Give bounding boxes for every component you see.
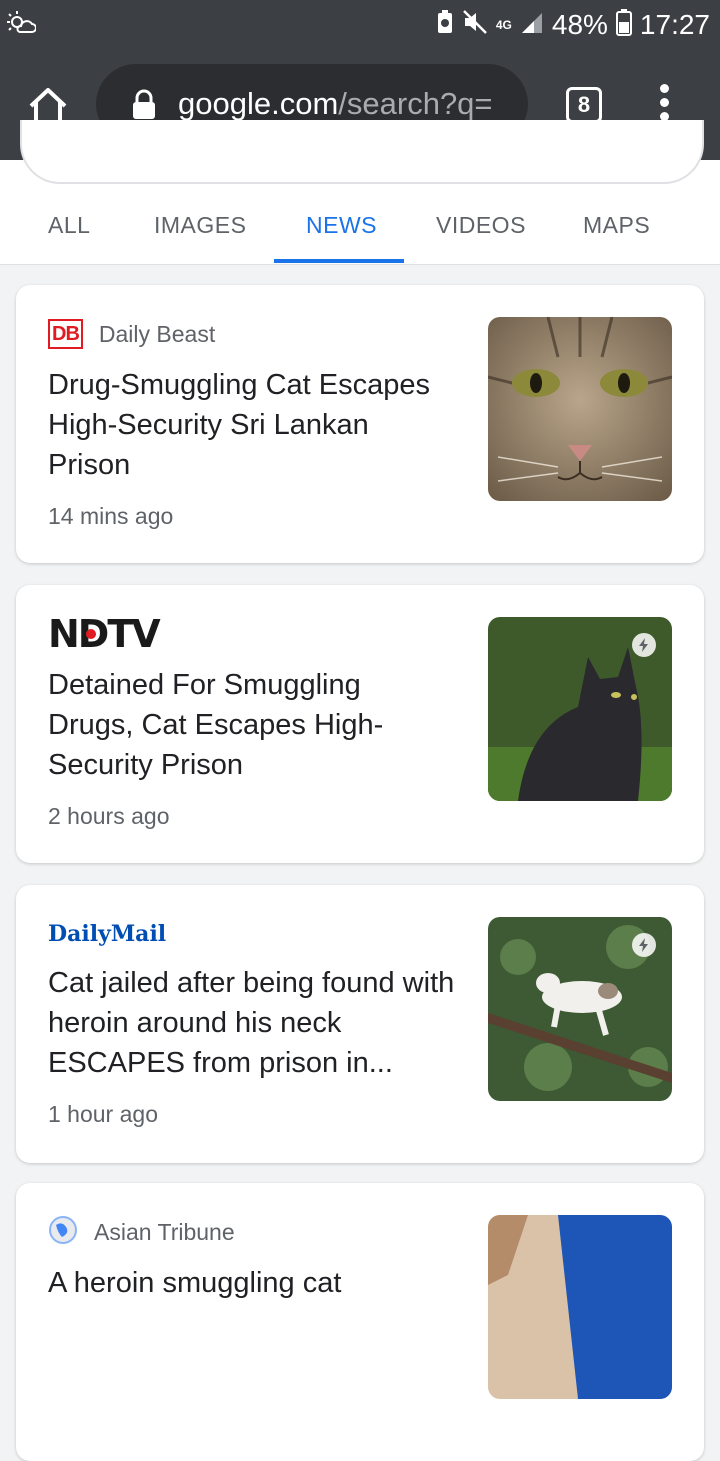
tab-news[interactable]: NEWS xyxy=(306,212,377,239)
thumbnail-person[interactable] xyxy=(488,1215,672,1399)
amp-icon xyxy=(632,933,656,957)
battery-icon xyxy=(615,8,632,41)
news-card[interactable]: NDTV Detained For Smuggling Drugs, Cat E… xyxy=(16,585,704,863)
url-path: /search?q= xyxy=(338,86,493,121)
ndtv-logo: NDTV xyxy=(48,615,161,653)
source-row: DB Daily Beast xyxy=(48,317,215,351)
logo-text: NDTV xyxy=(48,612,161,656)
thumbnail-black-cat[interactable] xyxy=(488,617,672,801)
source-row: DailyMail xyxy=(48,917,166,951)
news-card[interactable]: DB Daily Beast Drug-Smuggling Cat Escape… xyxy=(16,285,704,563)
tab-switcher-button[interactable]: 8 xyxy=(566,87,602,123)
url-host: google.com xyxy=(178,86,339,121)
thumbnail-white-cat[interactable] xyxy=(488,917,672,1101)
logo-text: DailyMail xyxy=(48,921,167,947)
globe-icon xyxy=(48,1215,78,1250)
news-card[interactable]: Asian Tribune A heroin smuggling cat xyxy=(16,1183,704,1461)
source-name: Daily Beast xyxy=(98,320,216,347)
daily-mail-logo: DailyMail xyxy=(48,921,166,947)
battery-saver-icon xyxy=(436,9,454,40)
tab-videos[interactable]: VIDEOS xyxy=(436,212,526,239)
source-row: Asian Tribune xyxy=(48,1215,235,1249)
ndtv-red-dot xyxy=(86,629,96,639)
signal-icon xyxy=(520,9,544,40)
url-text: google.com/search?q= xyxy=(178,86,518,122)
source-name: Asian Tribune xyxy=(94,1218,235,1245)
active-tab-indicator xyxy=(274,259,404,263)
timestamp: 14 mins ago xyxy=(48,503,174,529)
tab-images[interactable]: IMAGES xyxy=(154,212,246,239)
weather-icon xyxy=(6,10,37,41)
tab-all[interactable]: ALL xyxy=(48,212,90,239)
headline[interactable]: A heroin smuggling cat xyxy=(48,1263,448,1303)
timestamp: 2 hours ago xyxy=(48,803,170,829)
headline[interactable]: Detained For Smuggling Drugs, Cat Escape… xyxy=(48,665,448,785)
amp-icon xyxy=(632,633,656,657)
network-type: 4G xyxy=(495,17,512,32)
thumbnail-cat-face[interactable] xyxy=(488,317,672,501)
tab-maps[interactable]: MAPS xyxy=(583,212,650,239)
lock-icon xyxy=(130,88,158,120)
search-tabs-bar: ALL IMAGES NEWS VIDEOS MAPS xyxy=(0,120,720,265)
daily-beast-logo: DB xyxy=(48,319,83,349)
battery-percent: 48% xyxy=(551,8,608,40)
headline[interactable]: Cat jailed after being found with heroin… xyxy=(48,963,458,1083)
news-card[interactable]: DailyMail Cat jailed after being found w… xyxy=(16,885,704,1163)
source-row: NDTV xyxy=(48,615,161,653)
search-box[interactable] xyxy=(20,120,704,184)
logo-text: DB xyxy=(52,323,80,345)
mute-icon xyxy=(462,9,488,40)
status-bar: 4G 48% 17:27 xyxy=(0,0,720,50)
clock: 17:27 xyxy=(639,8,710,40)
timestamp: 1 hour ago xyxy=(48,1101,158,1127)
headline[interactable]: Drug-Smuggling Cat Escapes High-Security… xyxy=(48,365,448,485)
